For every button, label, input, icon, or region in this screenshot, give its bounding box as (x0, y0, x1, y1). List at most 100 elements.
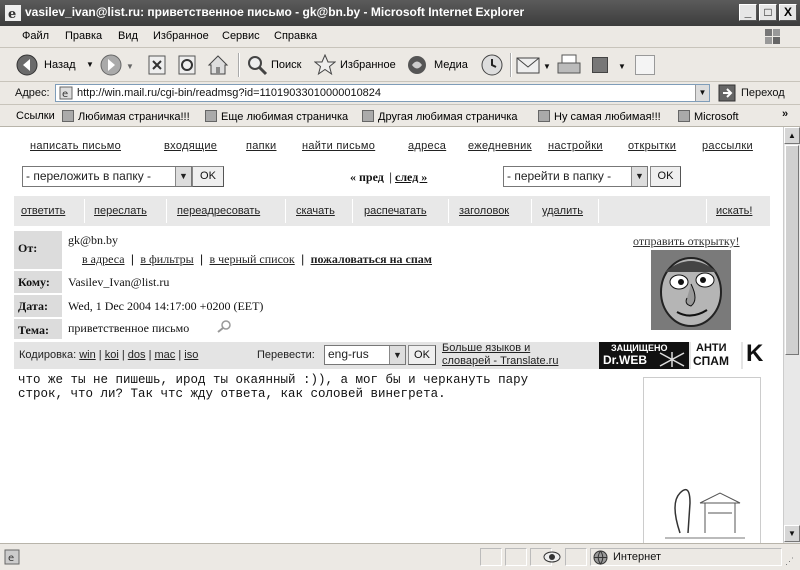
forward-dropdown-icon[interactable]: ▼ (126, 62, 134, 71)
move-to-folder-select[interactable]: - переложить в папку - ▼ (22, 166, 192, 187)
prev-link[interactable]: « пред (350, 170, 384, 185)
edit-icon[interactable] (592, 57, 608, 73)
send-card-link[interactable]: отправить открытку! (633, 234, 740, 249)
go-button[interactable]: Переход (716, 83, 794, 103)
encoding-dos-link[interactable]: dos (128, 349, 146, 361)
media-label: Медиа (434, 59, 468, 71)
encoding-win-link[interactable]: win (79, 349, 96, 361)
download-link[interactable]: скачать (296, 205, 335, 217)
magnifier-icon[interactable] (216, 319, 232, 333)
vertical-scrollbar[interactable]: ▲ ▼ (783, 127, 800, 543)
refresh-icon[interactable] (176, 54, 198, 76)
minimize-button[interactable]: _ (739, 4, 757, 21)
headers-link[interactable]: заголовок (459, 205, 509, 217)
history-icon[interactable] (480, 53, 504, 77)
forward-arrow-icon[interactable] (100, 54, 122, 76)
kaspersky-k-logo: K (746, 340, 764, 367)
ad-banner[interactable] (643, 377, 761, 543)
maximize-button[interactable]: □ (759, 4, 777, 21)
reply-link[interactable]: ответить (21, 205, 65, 217)
menu-help[interactable]: Справка (274, 30, 317, 42)
media-button[interactable]: Медиа (404, 52, 472, 78)
encoding-koi-link[interactable]: koi (105, 349, 119, 361)
encoding-iso-link[interactable]: iso (184, 349, 198, 361)
link-item[interactable]: Еще любимая страничка (205, 110, 348, 123)
home-icon[interactable] (206, 53, 230, 77)
print-icon[interactable] (556, 53, 582, 77)
zone-label: Интернет (613, 551, 661, 563)
links-overflow-icon[interactable]: » (782, 108, 788, 120)
menu-file[interactable]: Файл (22, 30, 49, 42)
favorites-button[interactable]: Избранное (312, 52, 398, 78)
add-to-addressbook-link[interactable]: в адреса (82, 252, 125, 266)
link-item[interactable]: Ну самая любимая!!! (538, 110, 661, 123)
next-link[interactable]: след » (395, 170, 427, 185)
nav-compose[interactable]: написать письмо (30, 140, 121, 152)
menu-view[interactable]: Вид (118, 30, 138, 42)
scroll-thumb[interactable] (785, 145, 799, 355)
encoding-mac-link[interactable]: mac (155, 349, 176, 361)
antispam-badge[interactable]: АНТИ СПАМ (691, 342, 741, 369)
status-bar: e Интернет ⋰ (0, 543, 800, 570)
delete-link[interactable]: удалить (542, 205, 583, 217)
forward-link[interactable]: переслать (94, 205, 147, 217)
stop-icon[interactable] (146, 54, 168, 76)
cartoon-avatar-image[interactable] (651, 250, 731, 330)
toolbar-separator (238, 53, 240, 77)
resize-grip-icon[interactable]: ⋰ (785, 556, 794, 567)
menu-favorites[interactable]: Избранное (153, 30, 209, 42)
page-icon (62, 110, 74, 122)
date-value: Wed, 1 Dec 2004 14:17:00 +0200 (EET) (68, 299, 264, 313)
print-link[interactable]: распечатать (364, 205, 427, 217)
blacklist-link[interactable]: в черный список (209, 252, 294, 266)
address-input[interactable]: e http://win.mail.ru/cgi-bin/readmsg?id=… (55, 84, 710, 102)
menu-tools[interactable]: Сервис (222, 30, 260, 42)
star-icon (314, 54, 336, 76)
back-button[interactable]: Назад ▼ (10, 52, 94, 78)
nav-calendar[interactable]: ежедневник (468, 140, 532, 152)
chevron-down-icon: ▼ (175, 167, 191, 186)
move-ok-button[interactable]: OK (192, 166, 224, 187)
back-label: Назад (44, 59, 76, 71)
search-link[interactable]: искать! (716, 205, 752, 217)
link-item[interactable]: Другая любимая страничка (362, 110, 518, 123)
translate-select[interactable]: eng-rus ▼ (324, 345, 406, 365)
to-label: Кому: (14, 271, 62, 293)
kaspersky-badge[interactable]: K (743, 340, 770, 369)
more-languages-link[interactable]: Больше языков и словарей - Translate.ru (442, 342, 558, 368)
search-button[interactable]: Поиск (244, 52, 306, 78)
scroll-down-icon[interactable]: ▼ (784, 525, 800, 542)
nav-cards[interactable]: открытки (628, 140, 676, 152)
ie-logo-icon: e (5, 5, 21, 21)
address-dropdown-icon[interactable]: ▼ (695, 85, 709, 101)
menu-edit[interactable]: Правка (65, 30, 102, 42)
nav-addresses[interactable]: адреса (408, 140, 446, 152)
nav-settings[interactable]: настройки (548, 140, 603, 152)
edit-dropdown-icon[interactable]: ▼ (618, 62, 626, 71)
privacy-eye-icon[interactable] (543, 550, 561, 564)
nav-folders[interactable]: папки (246, 140, 277, 152)
nav-inbox[interactable]: входящие (164, 140, 217, 152)
add-to-filters-link[interactable]: в фильтры (140, 252, 193, 266)
back-dropdown-icon[interactable]: ▼ (86, 60, 94, 69)
redirect-link[interactable]: переадресовать (177, 205, 260, 217)
mail-icon[interactable] (516, 55, 540, 75)
close-button[interactable]: X (779, 4, 797, 21)
subject-label: Тема: (14, 319, 62, 339)
drweb-badge[interactable]: ЗАЩИЩЕНО Dr.WEB (599, 342, 689, 369)
link-item[interactable]: Microsoft (678, 110, 739, 123)
mail-dropdown-icon[interactable]: ▼ (543, 62, 551, 71)
scroll-up-icon[interactable]: ▲ (784, 127, 800, 144)
report-spam-link[interactable]: пожаловаться на спам (311, 252, 432, 266)
nav-find[interactable]: найти письмо (302, 140, 375, 152)
goto-folder-select[interactable]: - перейти в папку - ▼ (503, 166, 648, 187)
move-select-value: - переложить в папку - (26, 169, 152, 183)
page-content: написать письмо входящие папки найти пис… (0, 127, 783, 543)
discuss-icon[interactable] (635, 55, 655, 75)
goto-ok-button[interactable]: OK (650, 166, 681, 187)
translate-ok-button[interactable]: OK (408, 345, 436, 365)
media-icon (408, 56, 426, 74)
links-label: Ссылки (16, 110, 55, 122)
link-item[interactable]: Любимая страничка!!! (62, 110, 190, 123)
nav-subscriptions[interactable]: рассылки (702, 140, 753, 152)
